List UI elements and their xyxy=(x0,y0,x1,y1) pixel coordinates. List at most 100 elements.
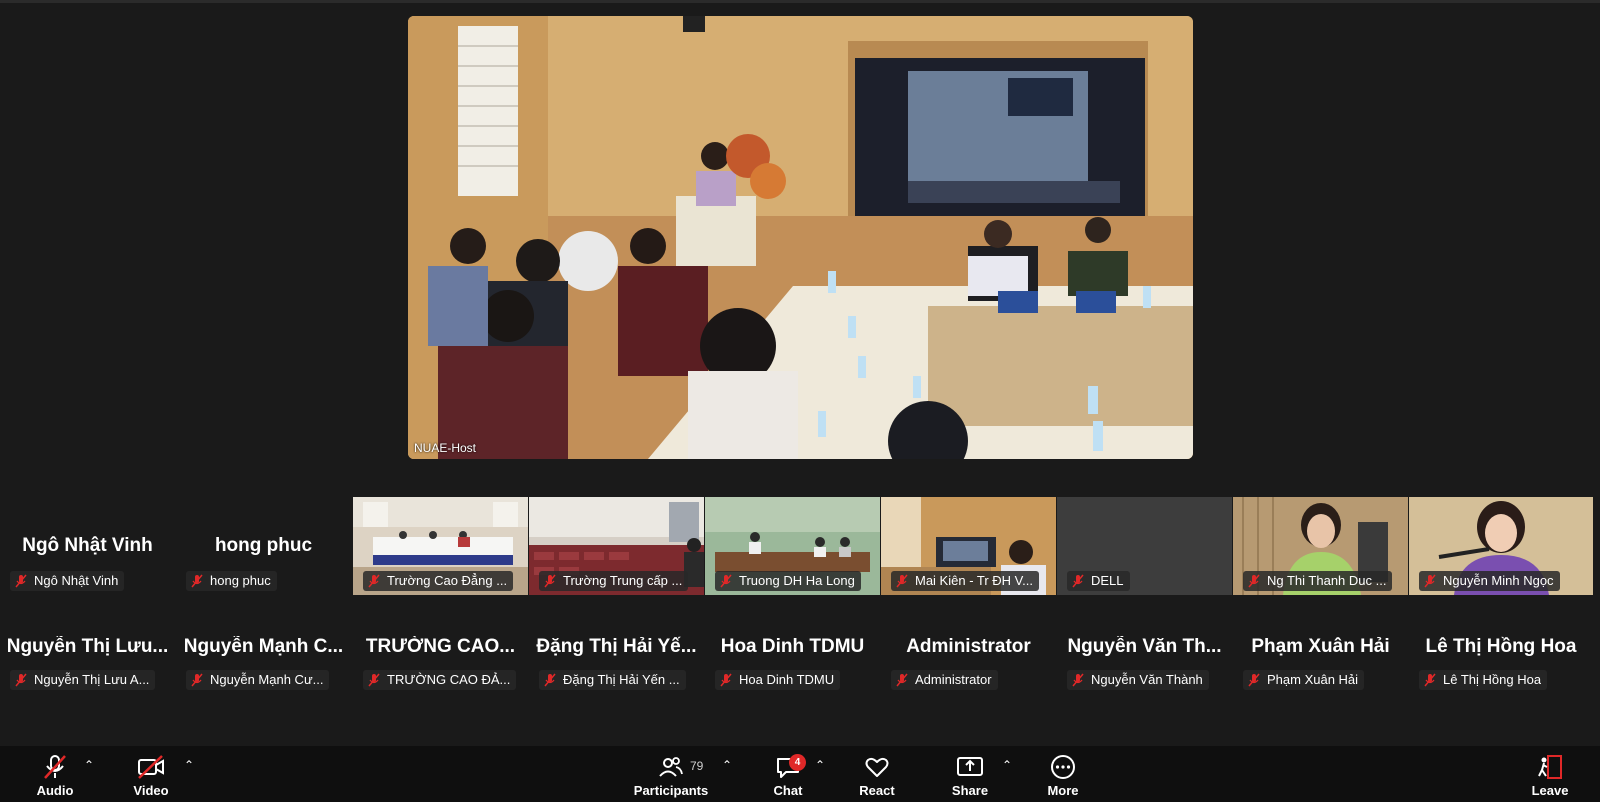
participant-name: Trường Cao Đẳng ... xyxy=(387,573,508,588)
muted-mic-icon xyxy=(368,673,380,687)
participant-display-name: Ngô Nhật Vinh xyxy=(22,535,153,556)
react-label: React xyxy=(859,783,895,798)
leave-button[interactable]: Leave xyxy=(1528,746,1572,802)
top-bar xyxy=(0,0,1600,3)
muted-mic-icon xyxy=(15,673,27,687)
participant-tile[interactable]: Administrator Administrator xyxy=(881,596,1056,694)
participant-tile[interactable]: Lê Thị Hồng Hoa Lê Thị Hồng Hoa xyxy=(1409,596,1593,694)
participant-tile[interactable]: Nguyễn Thị Lưu... Nguyễn Thị Lưu A... xyxy=(0,596,175,694)
participant-tile[interactable]: Ng Thi Thanh Duc ... xyxy=(1233,497,1408,595)
participant-label: Nguyễn Minh Ngọc xyxy=(1419,571,1560,591)
participant-tile[interactable]: Mai Kiên - Tr ĐH V... xyxy=(881,497,1056,595)
participant-name: Ngô Nhật Vinh xyxy=(34,573,119,588)
participant-tile[interactable]: Ngô Nhật Vinh Ngô Nhật Vinh xyxy=(0,497,175,595)
video-off-icon xyxy=(138,755,164,779)
more-button[interactable]: More xyxy=(1042,746,1084,802)
participant-name: DELL xyxy=(1091,573,1124,588)
participant-name: Đặng Thị Hải Yến ... xyxy=(563,672,680,687)
muted-mic-icon xyxy=(368,574,380,588)
participant-tile[interactable]: hong phuc hong phuc xyxy=(176,497,351,595)
participant-display-name: Nguyễn Văn Th... xyxy=(1067,636,1222,657)
main-speaker-video[interactable]: NUAE-Host xyxy=(408,16,1193,459)
chat-unread-badge: 4 xyxy=(789,754,806,771)
participants-icon xyxy=(659,757,683,777)
participant-name: Lê Thị Hồng Hoa xyxy=(1443,672,1542,687)
muted-mic-icon xyxy=(1424,673,1436,687)
share-screen-icon xyxy=(957,757,983,776)
more-label: More xyxy=(1047,783,1079,798)
participant-name: Ng Thi Thanh Duc ... xyxy=(1267,573,1387,588)
muted-mic-icon xyxy=(191,574,203,588)
react-button[interactable]: React xyxy=(855,746,899,802)
participant-tile[interactable]: DELL xyxy=(1057,497,1232,595)
share-button[interactable]: Share xyxy=(948,746,992,802)
participant-label: TRƯỜNG CAO ĐẢ... xyxy=(363,670,517,690)
participant-display-name: Administrator xyxy=(906,636,1031,657)
video-label: Video xyxy=(133,783,169,798)
participant-tile[interactable]: Nguyễn Văn Th... Nguyễn Văn Thành xyxy=(1057,596,1232,694)
audio-options-caret-icon[interactable]: ⌃ xyxy=(84,758,94,772)
participants-options-caret-icon[interactable]: ⌃ xyxy=(722,758,732,772)
participant-label: Truong DH Ha Long xyxy=(715,571,861,591)
participant-name: Phạm Xuân Hải xyxy=(1267,672,1359,687)
muted-mic-icon xyxy=(896,574,908,588)
participant-display-name: Nguyễn Thị Lưu... xyxy=(6,636,169,657)
main-speaker-name: NUAE-Host xyxy=(414,441,477,455)
audio-label: Audio xyxy=(36,783,74,798)
muted-mic-icon xyxy=(720,574,732,588)
participant-name: Nguyễn Mạnh Cư... xyxy=(210,672,324,687)
participant-display-name: hong phuc xyxy=(214,535,313,556)
participant-label: Nguyễn Thị Lưu A... xyxy=(10,670,156,690)
participant-label: Ng Thi Thanh Duc ... xyxy=(1243,571,1393,591)
leave-door-icon xyxy=(1538,755,1562,779)
participant-display-name: Lê Thị Hồng Hoa xyxy=(1425,636,1577,657)
video-options-caret-icon[interactable]: ⌃ xyxy=(184,758,194,772)
participant-display-name: Phạm Xuân Hải xyxy=(1251,636,1390,657)
participant-tile[interactable]: Trường Trung cấp ... xyxy=(529,497,704,595)
participant-name: Truong DH Ha Long xyxy=(739,573,855,588)
audio-button[interactable]: Audio xyxy=(30,746,80,802)
participant-name: Nguyễn Văn Thành xyxy=(1091,672,1203,687)
muted-mic-icon xyxy=(720,673,732,687)
participant-display-name: TRƯỜNG CAO... xyxy=(365,636,516,657)
muted-mic-icon xyxy=(1424,574,1436,588)
participant-tile[interactable]: Đặng Thị Hải Yế... Đặng Thị Hải Yến ... xyxy=(529,596,704,694)
participant-label: Administrator xyxy=(891,670,998,690)
muted-mic-icon xyxy=(1072,574,1084,588)
muted-mic-icon xyxy=(44,755,66,779)
chat-options-caret-icon[interactable]: ⌃ xyxy=(815,758,825,772)
muted-mic-icon xyxy=(1072,673,1084,687)
participant-name: Mai Kiên - Tr ĐH V... xyxy=(915,573,1033,588)
heart-icon xyxy=(865,757,889,777)
participant-display-name: Hoa Dinh TDMU xyxy=(720,636,865,657)
share-options-caret-icon[interactable]: ⌃ xyxy=(1002,758,1012,772)
zoom-meeting-window: NUAE-Host ✋ Ngô Nhật Vinh Ngô Nhật Vinh … xyxy=(0,0,1600,802)
participant-tile[interactable]: TRƯỜNG CAO... TRƯỜNG CAO ĐẢ... xyxy=(353,596,528,694)
participant-tile[interactable]: Nguyễn Mạnh C... Nguyễn Mạnh Cư... xyxy=(176,596,351,694)
video-button[interactable]: Video xyxy=(126,746,176,802)
participant-label: Ngô Nhật Vinh xyxy=(10,571,125,591)
main-video-scene xyxy=(408,16,1193,459)
participant-label: DELL xyxy=(1067,571,1130,591)
muted-mic-icon xyxy=(15,574,27,588)
participant-name: Hoa Dinh TDMU xyxy=(739,672,835,687)
leave-label: Leave xyxy=(1531,783,1569,798)
participant-name: Nguyễn Thị Lưu A... xyxy=(34,672,150,687)
participants-button[interactable]: Participants xyxy=(630,746,712,802)
participant-label: Lê Thị Hồng Hoa xyxy=(1419,670,1548,690)
participant-tile[interactable]: Truong DH Ha Long xyxy=(705,497,880,595)
participant-tile[interactable]: Nguyễn Minh Ngọc xyxy=(1409,497,1593,595)
participant-tile[interactable]: Hoa Dinh TDMU Hoa Dinh TDMU xyxy=(705,596,880,694)
participant-display-name: Nguyễn Mạnh C... xyxy=(183,636,344,657)
participant-label: Đặng Thị Hải Yến ... xyxy=(539,670,686,690)
participant-label: Mai Kiên - Tr ĐH V... xyxy=(891,571,1039,591)
more-options-icon xyxy=(1051,755,1075,779)
participant-name: Nguyễn Minh Ngọc xyxy=(1443,573,1554,588)
muted-mic-icon xyxy=(896,673,908,687)
participant-tile[interactable]: Phạm Xuân Hải Phạm Xuân Hải xyxy=(1233,596,1408,694)
participant-tile[interactable]: Trường Cao Đẳng ... xyxy=(353,497,528,595)
muted-mic-icon xyxy=(1248,673,1260,687)
share-label: Share xyxy=(951,783,989,798)
muted-mic-icon xyxy=(544,673,556,687)
muted-mic-icon xyxy=(1248,574,1260,588)
